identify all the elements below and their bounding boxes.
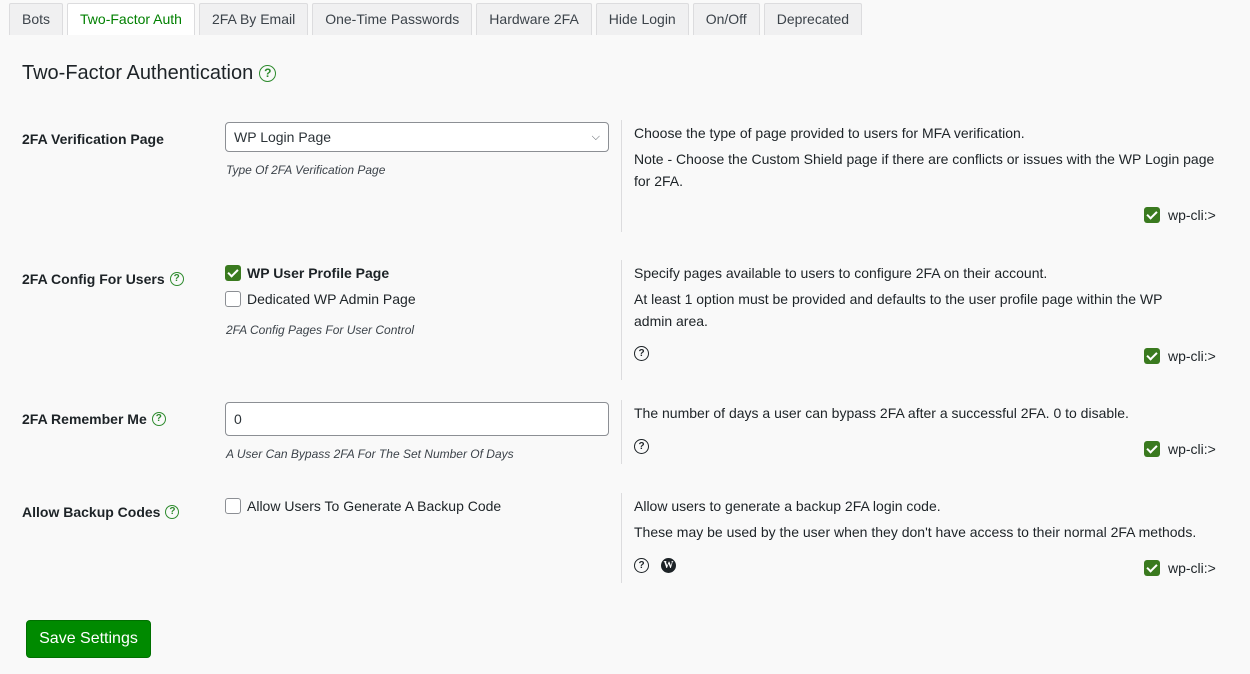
help-icon[interactable]: ? xyxy=(259,65,277,82)
description-text: These may be used by the user when they … xyxy=(634,524,1197,540)
help-icon[interactable]: ? xyxy=(634,346,649,361)
description-text: At least 1 option must be provided and d… xyxy=(634,291,1163,329)
backup-codes-label: Allow Backup Codes ? xyxy=(22,504,180,520)
wpcli-toggle[interactable]: wp-cli:> xyxy=(1144,348,1216,364)
wordpress-icon[interactable]: W xyxy=(661,558,676,573)
divider xyxy=(621,493,622,583)
tab-one-time-passwords[interactable]: One-Time Passwords xyxy=(312,3,473,35)
verification-page-hint: Type Of 2FA Verification Page xyxy=(226,163,386,177)
backup-codes-icons: ? W xyxy=(634,558,676,573)
wpcli-checkbox[interactable] xyxy=(1144,560,1160,576)
wpcli-checkbox[interactable] xyxy=(1144,441,1160,457)
remember-me-description: The number of days a user can bypass 2FA… xyxy=(634,402,1224,428)
wpcli-label: wp-cli:> xyxy=(1168,207,1216,223)
wpcli-toggle[interactable]: wp-cli:> xyxy=(1144,560,1216,576)
remember-me-label-text: 2FA Remember Me xyxy=(22,411,147,427)
description-text: The number of days a user can bypass 2FA… xyxy=(634,405,1129,421)
chevron-down-icon: ⌵ xyxy=(591,131,600,143)
divider xyxy=(621,260,622,380)
wpcli-toggle[interactable]: wp-cli:> xyxy=(1144,207,1216,223)
verification-page-select-value: WP Login Page xyxy=(234,129,332,145)
tab-2fa-by-email[interactable]: 2FA By Email xyxy=(198,3,309,35)
tab-on-off[interactable]: On/Off xyxy=(692,3,760,35)
wpcli-checkbox[interactable] xyxy=(1144,207,1160,223)
help-icon[interactable]: ? xyxy=(634,558,649,573)
option-allow-backup-code[interactable]: Allow Users To Generate A Backup Code xyxy=(225,498,501,514)
description-text: Note - Choose the Custom Shield page if … xyxy=(634,151,1215,189)
help-icon[interactable]: ? xyxy=(634,439,649,454)
config-users-description: Specify pages available to users to conf… xyxy=(634,262,1224,336)
save-settings-button[interactable]: Save Settings xyxy=(26,620,151,658)
help-icon[interactable]: ? xyxy=(169,272,184,286)
help-icon[interactable]: ? xyxy=(151,412,166,426)
remember-me-hint: A User Can Bypass 2FA For The Set Number… xyxy=(226,447,514,461)
remember-me-label: 2FA Remember Me ? xyxy=(22,411,166,427)
page-title: Two-Factor Authentication xyxy=(22,62,254,84)
tab-bar: Bots Two-Factor Auth 2FA By Email One-Ti… xyxy=(9,3,863,35)
tab-deprecated[interactable]: Deprecated xyxy=(763,3,863,35)
option-label: WP User Profile Page xyxy=(247,265,390,281)
description-text: Allow users to generate a backup 2FA log… xyxy=(634,498,941,514)
wpcli-label: wp-cli:> xyxy=(1168,441,1216,457)
description-text: Specify pages available to users to conf… xyxy=(634,265,1048,281)
checkbox-unchecked[interactable] xyxy=(225,291,241,307)
remember-me-icons: ? xyxy=(634,439,649,454)
verification-page-label-text: 2FA Verification Page xyxy=(22,131,164,147)
config-users-label-text: 2FA Config For Users xyxy=(22,271,165,287)
wpcli-checkbox[interactable] xyxy=(1144,348,1160,364)
config-users-icons: ? xyxy=(634,346,649,361)
verification-page-select[interactable]: WP Login Page ⌵ xyxy=(225,122,609,152)
tab-hardware-2fa[interactable]: Hardware 2FA xyxy=(476,3,592,35)
tab-two-factor-auth[interactable]: Two-Factor Auth xyxy=(67,3,195,35)
tab-bots[interactable]: Bots xyxy=(9,3,64,35)
divider xyxy=(621,400,622,464)
help-icon[interactable]: ? xyxy=(165,505,180,519)
config-users-hint: 2FA Config Pages For User Control xyxy=(226,323,415,337)
wpcli-toggle[interactable]: wp-cli:> xyxy=(1144,441,1216,457)
wpcli-label: wp-cli:> xyxy=(1168,560,1216,576)
checkbox-checked[interactable] xyxy=(225,265,241,281)
option-wp-user-profile-page[interactable]: WP User Profile Page xyxy=(225,265,389,281)
wpcli-label: wp-cli:> xyxy=(1168,348,1216,364)
verification-page-label: 2FA Verification Page xyxy=(22,131,164,147)
tab-hide-login[interactable]: Hide Login xyxy=(595,3,689,35)
remember-me-days-input[interactable]: 0 xyxy=(225,402,609,436)
option-label: Dedicated WP Admin Page xyxy=(247,291,416,307)
checkbox-unchecked[interactable] xyxy=(225,498,241,514)
page-heading: Two-Factor Authentication ? xyxy=(22,62,277,85)
option-dedicated-admin-page[interactable]: Dedicated WP Admin Page xyxy=(225,291,416,307)
option-label: Allow Users To Generate A Backup Code xyxy=(247,498,502,514)
config-users-label: 2FA Config For Users ? xyxy=(22,271,184,287)
backup-codes-label-text: Allow Backup Codes xyxy=(22,504,161,520)
backup-codes-description: Allow users to generate a backup 2FA log… xyxy=(634,495,1224,547)
verification-page-description: Choose the type of page provided to user… xyxy=(634,122,1224,196)
divider xyxy=(621,120,622,232)
description-text: Choose the type of page provided to user… xyxy=(634,125,1025,141)
